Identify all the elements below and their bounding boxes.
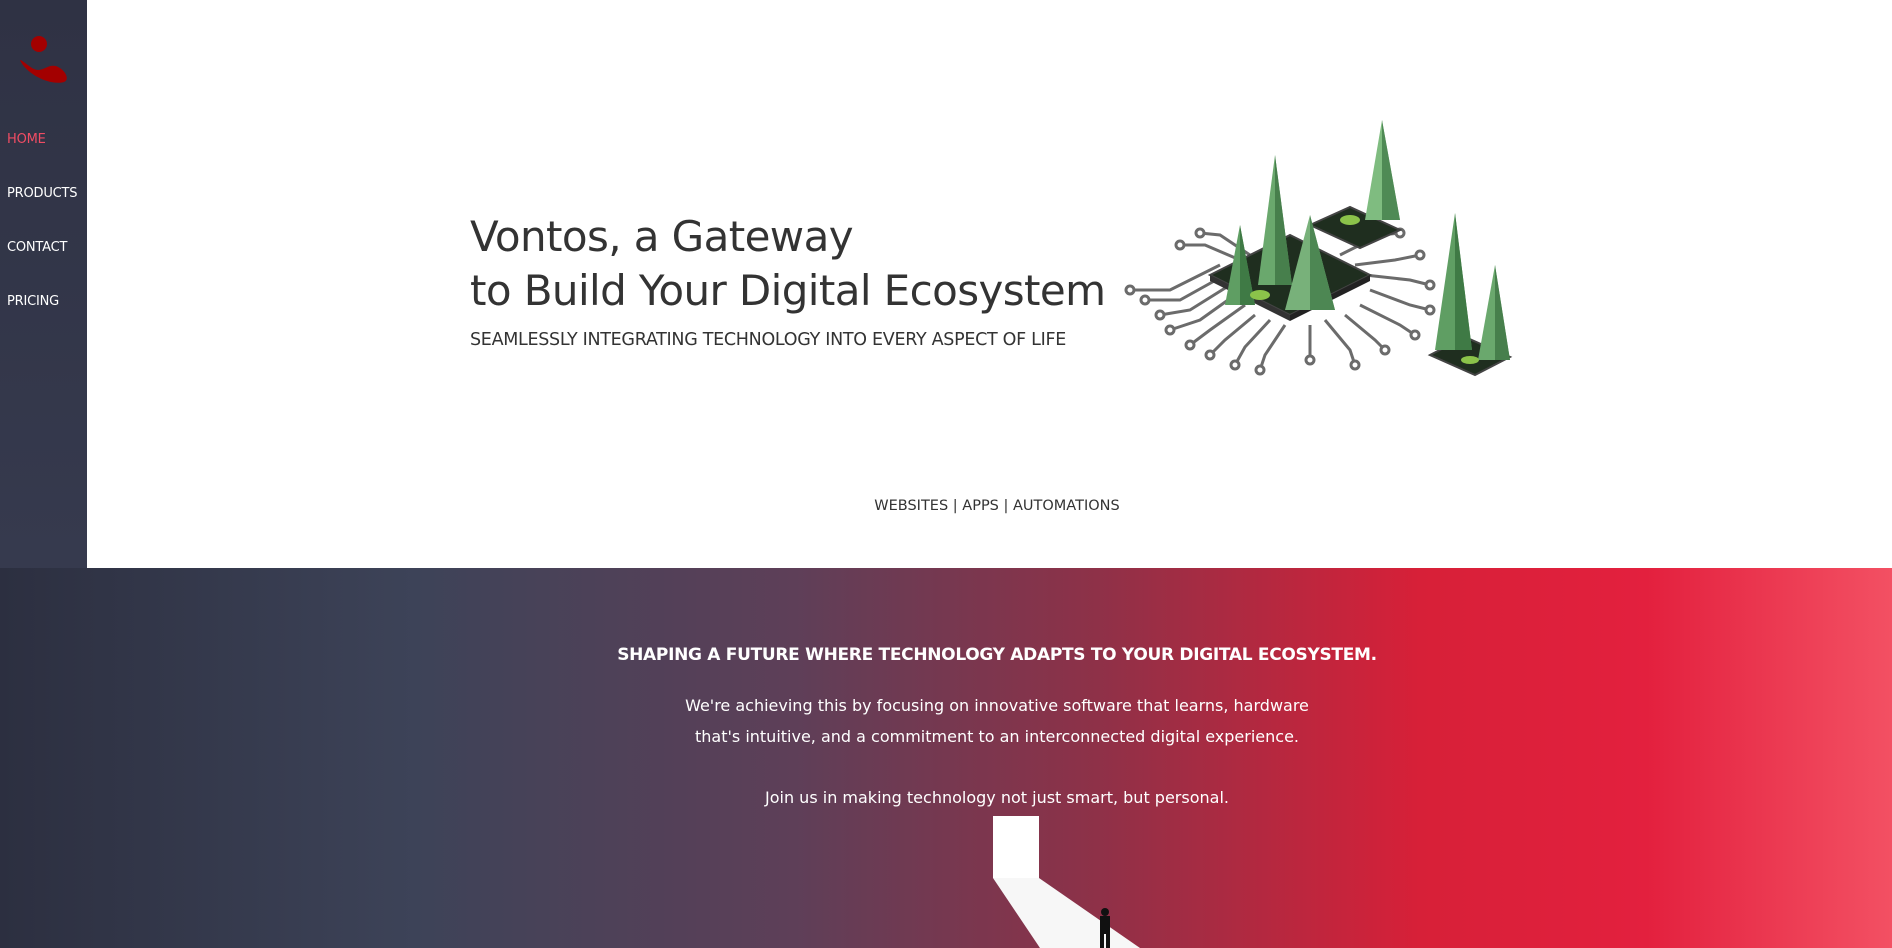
- mission-text: We're achieving this by focusing on inno…: [0, 690, 1892, 813]
- sidebar-item-home[interactable]: HOME: [7, 132, 77, 186]
- brand-logo-icon[interactable]: [16, 30, 72, 90]
- circuit-forest-illustration: [1124, 120, 1513, 377]
- sidebar-item-pricing[interactable]: PRICING: [7, 294, 77, 348]
- hero-title: Vontos, a Gateway to Build Your Digital …: [470, 210, 1106, 318]
- sidebar-item-products[interactable]: PRODUCTS: [7, 186, 78, 240]
- mission-line3: Join us in making technology not just sm…: [765, 788, 1229, 807]
- sidebar: HOME PRODUCTS CONTACT PRICING: [0, 0, 87, 568]
- mission-heading: SHAPING A FUTURE WHERE TECHNOLOGY ADAPTS…: [617, 645, 1377, 665]
- mission-line1: We're achieving this by focusing on inno…: [685, 696, 1309, 715]
- sidebar-nav: HOME PRODUCTS CONTACT PRICING: [7, 132, 78, 348]
- mission-line2: that's intuitive, and a commitment to an…: [695, 727, 1299, 746]
- door-person-illustration: [993, 816, 1140, 948]
- hero-title-line2: to Build Your Digital Ecosystem: [470, 266, 1106, 315]
- services-tagline: WEBSITES | APPS | AUTOMATIONS: [874, 498, 1120, 514]
- hero-title-line1: Vontos, a Gateway: [470, 212, 854, 261]
- hero-subtitle: SEAMLESSLY INTEGRATING TECHNOLOGY INTO E…: [470, 330, 1067, 350]
- sidebar-item-contact[interactable]: CONTACT: [7, 240, 77, 294]
